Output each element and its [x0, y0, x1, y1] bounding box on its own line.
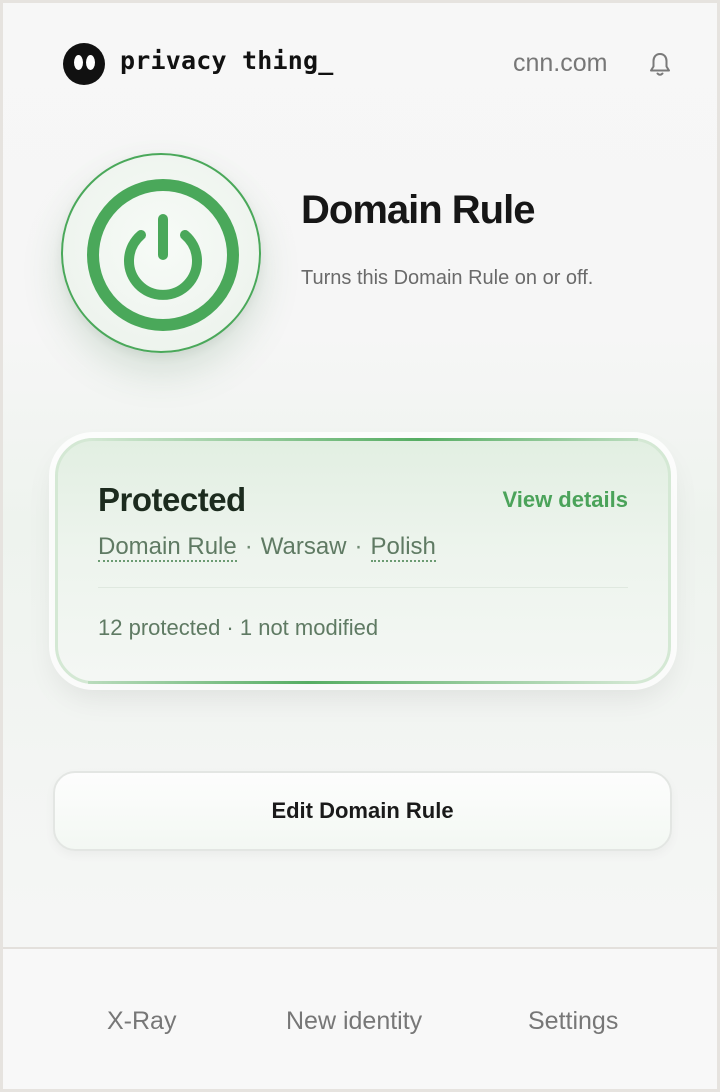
power-icon [87, 179, 239, 331]
view-details-link[interactable]: View details [502, 487, 628, 513]
bell-icon[interactable] [648, 51, 672, 79]
meta-separator: · [354, 533, 363, 560]
power-toggle-button[interactable] [61, 153, 261, 353]
eyes-logo-icon [63, 43, 105, 85]
meta-separator: · [244, 533, 253, 560]
status-title: Protected [98, 481, 246, 518]
rule-meta: Domain Rule · Warsaw · Polish [98, 533, 436, 562]
protection-stats: 12 protected · 1 not modified [98, 615, 379, 640]
nav-settings[interactable]: Settings [528, 1007, 618, 1036]
edit-domain-rule-button[interactable]: Edit Domain Rule [53, 771, 672, 851]
brand-name: privacy thing_ [120, 46, 334, 75]
rule-link[interactable]: Domain Rule [98, 533, 237, 562]
page-title: Domain Rule [301, 188, 535, 232]
logo-right-eye [86, 55, 95, 70]
nav-x-ray[interactable]: X-Ray [107, 1007, 176, 1036]
footer-nav: X-Ray New identity Settings [3, 947, 717, 1089]
city-label: Warsaw [260, 533, 347, 560]
language-link[interactable]: Polish [370, 533, 436, 562]
protection-status-card: Protected View details Domain Rule · Warsa… [55, 438, 671, 684]
page-description: Turns this Domain Rule on or off. [301, 267, 594, 289]
logo-left-eye [74, 55, 83, 70]
current-domain: cnn.com [513, 49, 608, 77]
header: privacy thing_ cnn.com [3, 3, 717, 123]
nav-new-identity[interactable]: New identity [286, 1007, 422, 1036]
popup-window: privacy thing_ cnn.com Domain Rule Turns… [0, 0, 720, 1092]
card-divider [98, 587, 628, 588]
